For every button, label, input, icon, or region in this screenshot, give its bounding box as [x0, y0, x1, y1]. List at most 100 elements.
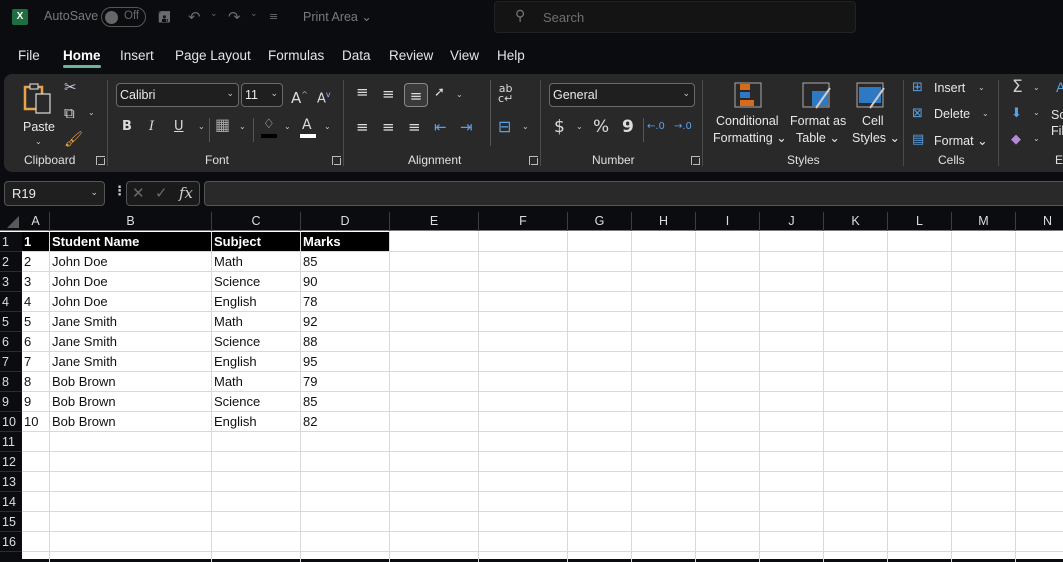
cell-b8[interactable]: Bob Brown	[50, 372, 212, 392]
row-header-2[interactable]: 2	[0, 252, 22, 272]
tab-help[interactable]: Help	[497, 48, 525, 63]
tab-data[interactable]: Data	[342, 48, 371, 63]
cell-a8[interactable]: 8	[22, 372, 50, 392]
row-header-5[interactable]: 5	[0, 312, 22, 332]
align-bottom-icon[interactable]: ≡	[404, 83, 428, 107]
column-header-i[interactable]: I	[696, 212, 760, 231]
row-header-10[interactable]: 10	[0, 412, 22, 432]
cell-b4[interactable]: John Doe	[50, 292, 212, 312]
fill-color-button[interactable]: ♢	[261, 116, 279, 140]
cell-b2[interactable]: John Doe	[50, 252, 212, 272]
column-header-k[interactable]: K	[824, 212, 888, 231]
cell-a10[interactable]: 10	[22, 412, 50, 432]
column-header-m[interactable]: M	[952, 212, 1016, 231]
customize-toolbar-icon[interactable]: ≡	[269, 7, 278, 27]
header-cell-a[interactable]: 1	[22, 232, 50, 252]
currency-dropdown-chevron-icon[interactable]: ⌄	[576, 122, 583, 131]
cell-c9[interactable]: Science	[212, 392, 301, 412]
cell-styles-button[interactable]: Cell Styles ⌄	[848, 80, 900, 146]
redo-icon[interactable]: ↷	[228, 7, 241, 27]
column-header-l[interactable]: L	[888, 212, 952, 231]
font-color-dropdown-chevron-icon[interactable]: ⌄	[324, 122, 331, 131]
clipboard-dialog-launcher-icon[interactable]	[96, 156, 105, 165]
orientation-dropdown-chevron-icon[interactable]: ⌄	[456, 90, 463, 99]
cell-d6[interactable]: 88	[301, 332, 390, 352]
cell-b3[interactable]: John Doe	[50, 272, 212, 292]
conditional-formatting-button[interactable]: Conditional Formatting ⌄	[710, 80, 788, 146]
name-box[interactable]: R19 ⌄	[4, 181, 105, 206]
header-cell-b[interactable]: Student Name	[50, 232, 212, 252]
increase-decimal-icon[interactable]: ←.0	[647, 118, 665, 136]
sort-filter-label-1[interactable]: So	[1051, 108, 1063, 122]
cell-d3[interactable]: 90	[301, 272, 390, 292]
decrease-font-size-icon[interactable]: Av	[317, 86, 331, 108]
currency-button[interactable]: $	[554, 118, 565, 136]
cell-c4[interactable]: English	[212, 292, 301, 312]
cell-c8[interactable]: Math	[212, 372, 301, 392]
fill-dropdown-chevron-icon[interactable]: ⌄	[1033, 108, 1040, 117]
sort-filter-label-2[interactable]: Fil	[1051, 124, 1063, 138]
format-cells-button[interactable]: ▤ Format ⌄	[912, 131, 992, 151]
cell-b5[interactable]: Jane Smith	[50, 312, 212, 332]
tab-home[interactable]: Home	[63, 48, 101, 68]
bold-button[interactable]: B	[122, 118, 132, 136]
italic-button[interactable]: I	[149, 118, 154, 136]
align-right-icon[interactable]: ≡	[408, 118, 421, 136]
cell-a6[interactable]: 6	[22, 332, 50, 352]
borders-icon[interactable]: ▦	[215, 116, 230, 134]
row-header-3[interactable]: 3	[0, 272, 22, 292]
column-header-g[interactable]: G	[568, 212, 632, 231]
alignment-dialog-launcher-icon[interactable]	[529, 156, 538, 165]
decrease-indent-icon[interactable]: ⇤	[434, 118, 447, 136]
cells-area[interactable]: 1 Student Name Subject Marks 2 John Doe Math 85…	[22, 232, 1063, 562]
more-options-icon[interactable]: ⋮	[113, 184, 126, 199]
cell-d8[interactable]: 79	[301, 372, 390, 392]
number-format-dropdown[interactable]: General ⌄	[549, 83, 695, 107]
clear-eraser-icon[interactable]: ◆	[1011, 131, 1021, 149]
cell-c7[interactable]: English	[212, 352, 301, 372]
search-box[interactable]: ⚲ Search	[494, 1, 856, 33]
paste-dropdown-chevron-icon[interactable]: ⌄	[35, 137, 42, 146]
column-header-c[interactable]: C	[212, 212, 301, 231]
header-cell-d[interactable]: Marks	[301, 232, 390, 252]
copy-icon[interactable]: ⧉	[64, 104, 75, 122]
cell-c10[interactable]: English	[212, 412, 301, 432]
row-header-12[interactable]: 12	[0, 452, 22, 472]
underline-button[interactable]: U	[174, 118, 184, 136]
align-middle-icon[interactable]: ≡	[382, 85, 395, 103]
copy-dropdown-chevron-icon[interactable]: ⌄	[88, 108, 95, 117]
merge-dropdown-chevron-icon[interactable]: ⌄	[522, 122, 529, 131]
row-header-13[interactable]: 13	[0, 472, 22, 492]
autosum-dropdown-chevron-icon[interactable]: ⌄	[1033, 83, 1040, 92]
align-center-icon[interactable]: ≡	[382, 118, 395, 136]
enter-check-icon[interactable]: ✓	[155, 184, 168, 202]
column-header-h[interactable]: H	[632, 212, 696, 231]
cell-c5[interactable]: Math	[212, 312, 301, 332]
align-left-icon[interactable]: ≡	[356, 118, 369, 136]
increase-indent-icon[interactable]: ⇥	[460, 118, 473, 136]
cell-c6[interactable]: Science	[212, 332, 301, 352]
column-header-e[interactable]: E	[390, 212, 479, 231]
undo-icon[interactable]: ↶	[188, 7, 201, 27]
orientation-icon[interactable]: ➚	[434, 84, 445, 102]
cell-b6[interactable]: Jane Smith	[50, 332, 212, 352]
align-top-icon[interactable]: ≡	[356, 83, 369, 101]
cell-a2[interactable]: 2	[22, 252, 50, 272]
comma-style-button[interactable]: 9	[622, 118, 634, 136]
row-header-14[interactable]: 14	[0, 492, 22, 512]
cell-a3[interactable]: 3	[22, 272, 50, 292]
row-header-4[interactable]: 4	[0, 292, 22, 312]
tab-view[interactable]: View	[450, 48, 479, 63]
column-header-j[interactable]: J	[760, 212, 824, 231]
cell-b7[interactable]: Jane Smith	[50, 352, 212, 372]
column-header-a[interactable]: A	[22, 212, 50, 231]
row-header-16[interactable]: 16	[0, 532, 22, 552]
header-cell-c[interactable]: Subject	[212, 232, 301, 252]
wrap-text-icon[interactable]: ab c↵	[498, 83, 513, 104]
cell-d7[interactable]: 95	[301, 352, 390, 372]
cell-b9[interactable]: Bob Brown	[50, 392, 212, 412]
row-header-9[interactable]: 9	[0, 392, 22, 412]
format-painter-icon[interactable]: 🖌	[64, 130, 83, 148]
cell-a7[interactable]: 7	[22, 352, 50, 372]
row-header-7[interactable]: 7	[0, 352, 22, 372]
